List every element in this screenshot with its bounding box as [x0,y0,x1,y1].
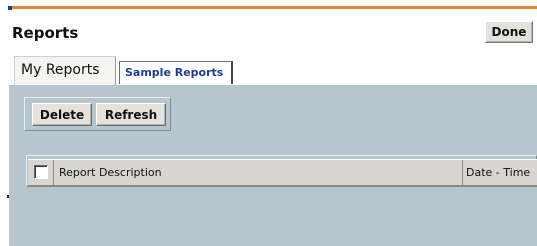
tab-sample-reports[interactable]: Sample Reports [119,61,233,84]
action-toolbar: Delete Refresh [24,97,171,131]
done-button[interactable]: Done [485,21,533,43]
content-panel: Delete Refresh Report Description Date -… [9,85,537,246]
page-title: Reports [12,24,79,42]
refresh-button[interactable]: Refresh [96,103,166,126]
select-all-checkbox[interactable] [34,165,48,179]
column-header-date-time[interactable]: Date - Time [466,160,530,185]
report-table: Report Description Date - Time [26,155,537,187]
edge-mark [7,195,9,198]
tab-my-reports[interactable]: My Reports [14,56,116,86]
delete-button[interactable]: Delete [32,103,92,126]
reports-page: Reports Done My Reports Sample Reports D… [0,0,537,246]
top-accent-line [8,6,537,9]
column-divider [53,160,54,185]
column-header-report-description[interactable]: Report Description [59,160,162,185]
tab-bar: My Reports Sample Reports [14,56,537,86]
table-header: Report Description Date - Time [28,159,537,186]
column-divider [462,160,463,185]
top-accent-corner [8,6,12,10]
